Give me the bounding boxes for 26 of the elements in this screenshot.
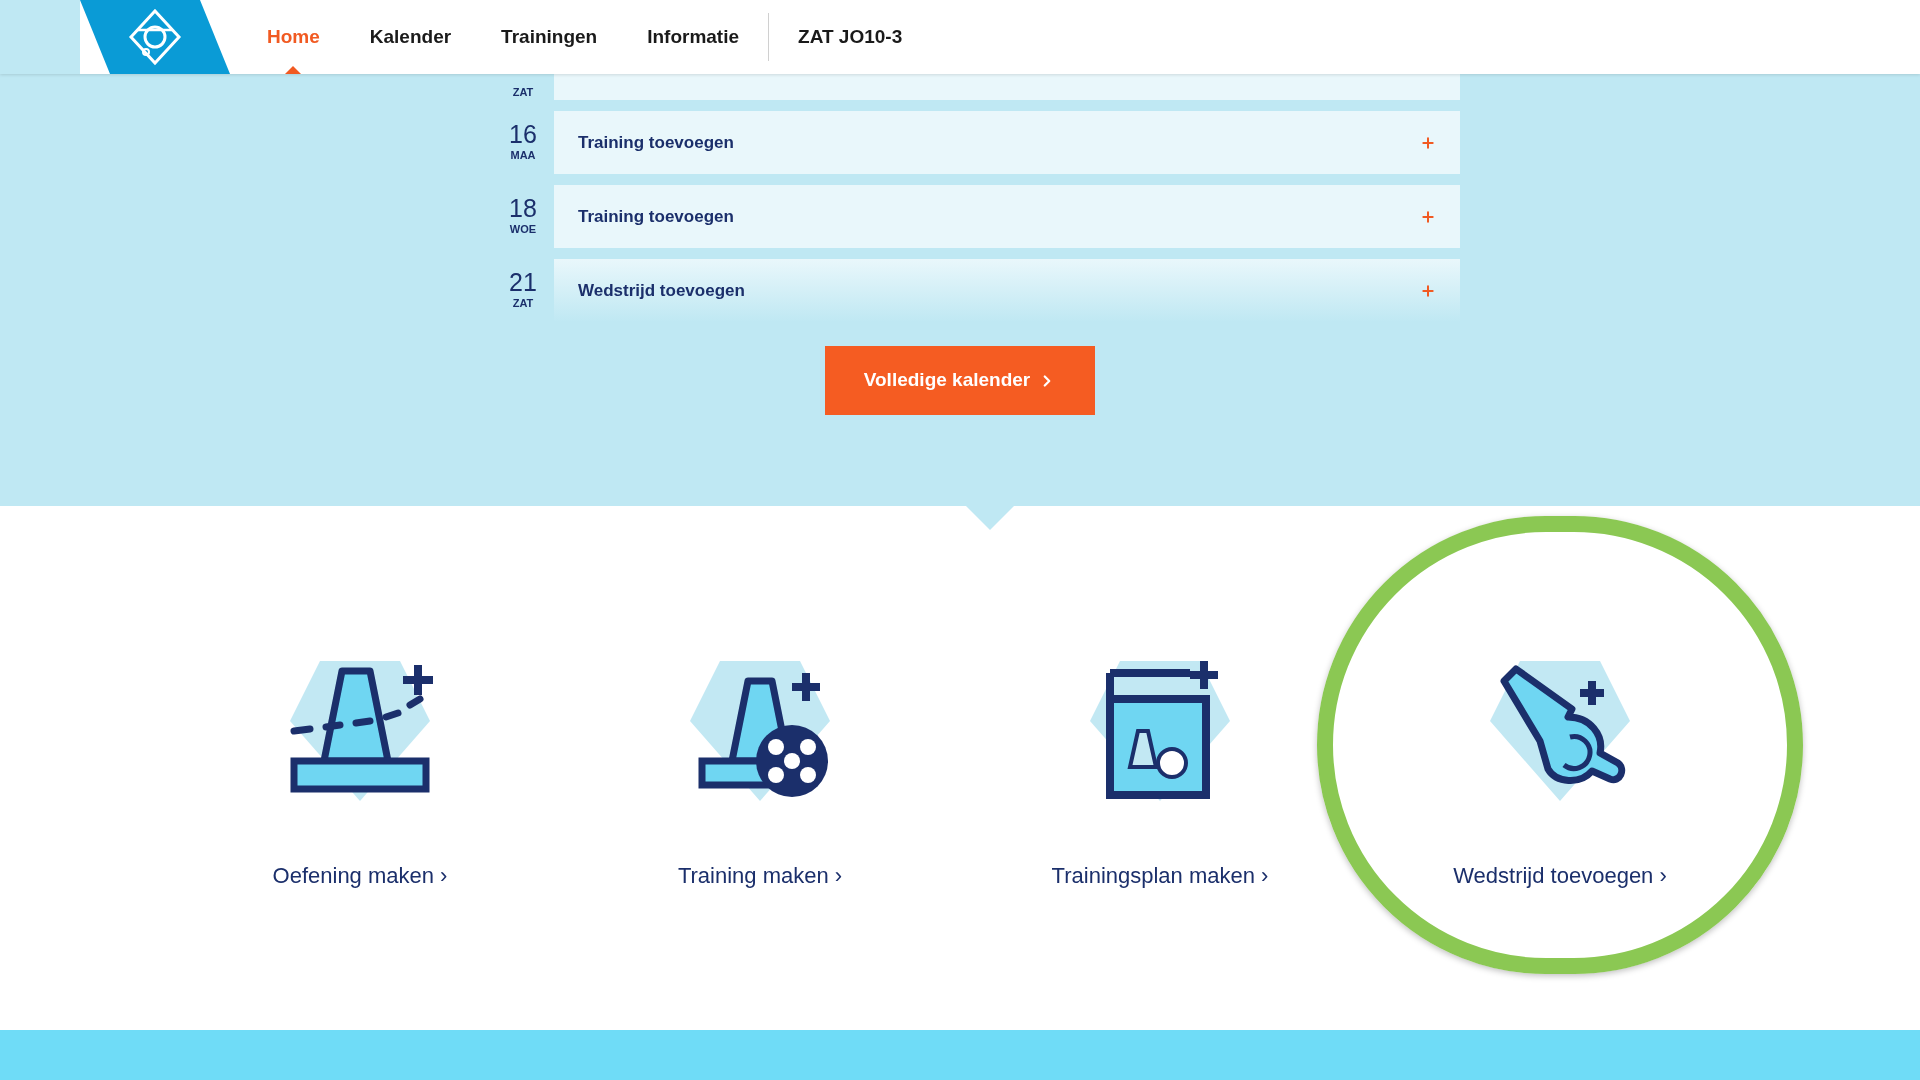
- nav-link[interactable]: Trainingen: [476, 0, 623, 74]
- entry-title: Training toevoegen: [578, 205, 734, 228]
- calendar-entry[interactable]: Training toevoegen: [554, 111, 1460, 174]
- weekday-label: WOE: [509, 222, 537, 238]
- action-link[interactable]: Training maken ›: [677, 859, 843, 892]
- day-number: 18: [509, 195, 537, 222]
- nav-link[interactable]: Kalender: [344, 0, 477, 74]
- entry-title: Wedstrijd toevoegen: [578, 279, 745, 302]
- weekday-label: ZAT: [512, 296, 534, 312]
- weekday-label: ZAT: [512, 84, 534, 100]
- action-link[interactable]: Wedstrijd toevoegen ›: [1453, 859, 1667, 892]
- entry-title: Training toevoegen: [578, 131, 734, 154]
- club-logo-icon[interactable]: [126, 8, 184, 66]
- action-link[interactable]: Oefening maken ›: [272, 859, 448, 892]
- active-indicator: [285, 66, 302, 74]
- action-link[interactable]: Trainingsplan maken ›: [1051, 859, 1269, 892]
- add-icon[interactable]: [1420, 134, 1436, 151]
- team-selector-link[interactable]: ZAT JO10-3: [773, 0, 928, 74]
- calendar-entry[interactable]: Training toevoegen: [554, 185, 1460, 248]
- add-icon[interactable]: [1420, 208, 1436, 225]
- section-pointer: [966, 506, 1014, 530]
- day-number: 21: [509, 269, 537, 296]
- weekday-label: MAA: [510, 148, 536, 164]
- add-icon[interactable]: [1420, 282, 1436, 299]
- day-number: 16: [509, 121, 537, 148]
- nav-link[interactable]: Informatie: [622, 0, 765, 74]
